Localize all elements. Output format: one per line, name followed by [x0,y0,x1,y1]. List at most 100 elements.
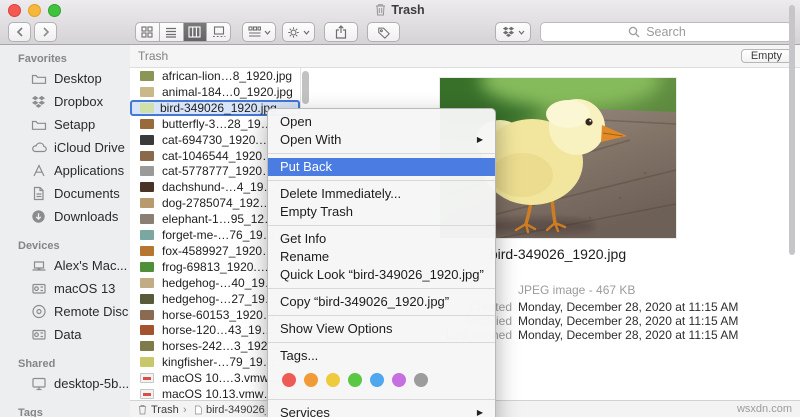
menu-item-quick-look-bird-349026-1920-jpg[interactable]: Quick Look “bird-349026_1920.jpg” [268,266,495,284]
sidebar-item-label: iCloud Drive [54,140,125,155]
sidebar-item-data[interactable]: Data [0,323,130,346]
harddrive-icon [31,327,48,342]
image-thumbnail-icon [140,261,154,272]
sidebar-scrollbar[interactable] [789,5,795,255]
menu-item-open[interactable]: Open [268,113,495,131]
menu-item-copy-bird-349026-1920-jpg[interactable]: Copy “bird-349026_1920.jpg” [268,293,495,311]
search-field-wrap [540,22,792,42]
menu-item-show-view-options[interactable]: Show View Options [268,320,495,338]
image-thumbnail-icon [140,150,154,161]
image-thumbnail-icon [140,118,154,129]
tag-color-dot[interactable] [304,373,318,387]
window-title-text: Trash [391,2,425,17]
sidebar-item-remote-disc[interactable]: Remote Disc [0,300,130,323]
sidebar-item-desktop[interactable]: Desktop [0,67,130,90]
tag-button[interactable] [367,22,400,42]
image-thumbnail-icon [140,71,154,81]
tag-color-dot[interactable] [282,373,296,387]
document-icon [194,405,202,415]
column-view-button[interactable] [183,23,208,41]
back-button[interactable] [8,22,31,42]
file-list-scrollbar[interactable] [302,71,309,104]
menu-separator [268,225,495,226]
menu-item-get-info[interactable]: Get Info [268,230,495,248]
gallery-view-button[interactable] [207,23,230,41]
empty-trash-button[interactable]: Empty [740,49,792,63]
preview-kind-size: JPEG image - 467 KB [518,283,636,297]
menu-item-services[interactable]: Services ▶ [268,404,495,417]
dropbox-icon [502,26,515,38]
tag-color-dot[interactable] [370,373,384,387]
menu-item-label: Copy “bird-349026_1920.jpg” [280,294,450,309]
sidebar-item-macos-13[interactable]: macOS 13 [0,277,130,300]
image-thumbnail-icon [140,277,154,288]
menu-item-open-with[interactable]: Open With ▶ [268,131,495,149]
vm-file-icon [140,373,154,384]
file-row[interactable]: animal-184…0_1920.jpg [130,84,300,100]
sidebar-item-label: macOS 13 [54,281,116,296]
sidebar-item-dropbox[interactable]: Dropbox [0,90,130,113]
menu-separator [268,180,495,181]
tag-color-dot[interactable] [392,373,406,387]
sidebar-item-desktop-5b[interactable]: desktop-5b... [0,372,130,395]
action-button[interactable] [282,22,315,42]
meta-value: Monday, December 28, 2020 at 11:15 AM [518,328,739,342]
chevron-down-icon [303,30,310,35]
applications-icon [31,163,48,178]
share-button[interactable] [324,22,358,42]
file-name: horse-60153_1920… [162,307,275,322]
menu-item-label: Tags... [280,348,319,363]
sidebar-item-icloud-drive[interactable]: iCloud Drive [0,136,130,159]
downloads-icon [31,209,48,224]
sidebar-item-applications[interactable]: Applications [0,159,130,182]
menu-item-rename[interactable]: Rename [268,248,495,266]
gear-icon [287,26,300,39]
sidebar-item-downloads[interactable]: Downloads [0,205,130,228]
dropbox-icon [31,95,48,109]
sidebar-item-alex-s-mac[interactable]: Alex's Mac... [0,254,130,277]
file-name: dog-2785074_192… [162,196,272,211]
icon-view-button[interactable] [136,23,160,41]
sidebar-section-favorites: Favorites [18,53,67,65]
tag-color-dot[interactable] [348,373,362,387]
menu-item-delete-immediately[interactable]: Delete Immediately... [268,185,495,203]
tag-color-dot[interactable] [326,373,340,387]
image-thumbnail-icon [140,309,154,320]
image-thumbnail-icon [140,214,154,225]
path-item-file[interactable]: bird-349026_1920.jpg [194,402,266,417]
menu-item-tags[interactable]: Tags... [268,347,495,365]
file-name: macOS 10.13.vmw… [162,387,276,400]
path-item-trash[interactable]: Trash [138,402,179,417]
file-name: horses-242…3_192… [162,339,280,354]
tag-color-dot[interactable] [414,373,428,387]
sidebar-item-label: desktop-5b... [54,376,130,391]
forward-button[interactable] [34,22,57,42]
sidebar-item-setapp[interactable]: Setapp [0,113,130,136]
menu-item-label: Open [280,114,312,129]
sidebar: Favorites Desktop Dropbox Setapp iCloud Driv… [0,45,130,417]
file-row[interactable]: african-lion…8_1920.jpg [130,68,300,84]
image-thumbnail-icon [140,166,154,177]
file-name: animal-184…0_1920.jpg [162,84,293,99]
file-name: macOS 10.…3.vmw… [162,371,281,386]
sidebar-item-documents[interactable]: Documents [0,182,130,205]
file-name: butterfly-3…28_19… [162,116,273,131]
menu-item-put-back[interactable]: Put Back [268,158,495,176]
path-item-label: bird-349026_1920.jpg [206,403,266,416]
sidebar-item-label: Alex's Mac... [54,258,128,273]
disc-icon [31,304,48,319]
dropbox-menu-button[interactable] [495,22,531,42]
laptop-icon [31,258,48,273]
image-thumbnail-icon [140,86,154,97]
menu-item-empty-trash[interactable]: Empty Trash [268,203,495,221]
image-thumbnail-icon [140,325,154,336]
cloud-icon [31,140,48,155]
column-header-trash: Trash [138,49,169,63]
list-view-button[interactable] [160,23,184,41]
vm-file-icon [140,389,154,399]
document-icon [31,186,48,201]
file-name: kingfisher-…79_19… [162,355,275,370]
search-input[interactable] [540,22,792,42]
menu-item-label: Get Info [280,231,327,246]
group-button[interactable] [242,22,276,42]
